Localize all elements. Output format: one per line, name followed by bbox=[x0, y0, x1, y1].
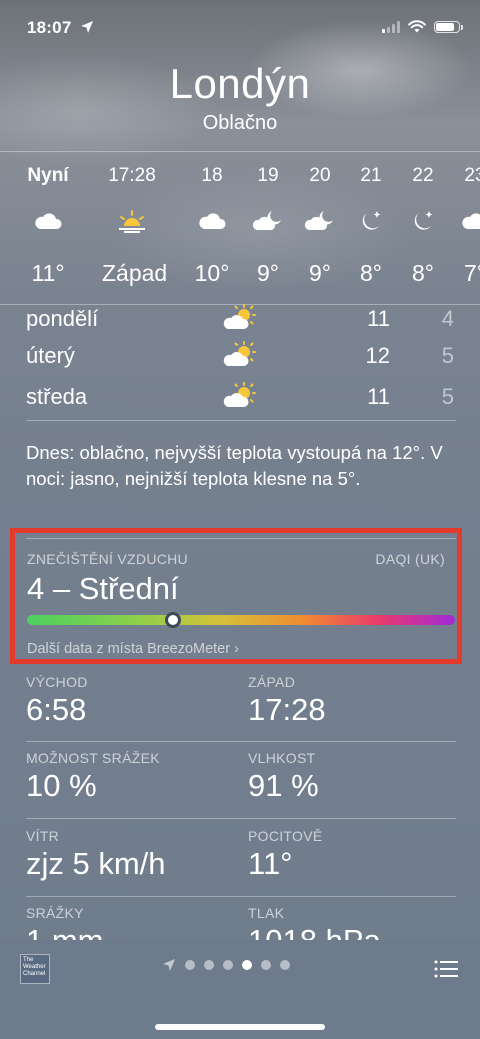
air-quality-value: 4 – Střední bbox=[27, 571, 179, 606]
air-quality-bar bbox=[27, 612, 455, 628]
partly-cloudy-icon bbox=[222, 304, 258, 332]
hour-temp: 9° bbox=[257, 260, 279, 286]
page-indicator[interactable] bbox=[162, 958, 290, 972]
page-dot[interactable] bbox=[261, 960, 271, 970]
detail-item: ZÁPAD 17:28 bbox=[248, 674, 458, 728]
air-quality-card[interactable]: ZNEČIŠTĚNÍ VZDUCHU DAQI (UK) 4 – Střední… bbox=[10, 528, 462, 664]
hour-temp: 8° bbox=[412, 260, 434, 286]
daily-row: středa 11 5 bbox=[26, 378, 456, 418]
location-arrow-icon bbox=[81, 21, 93, 33]
location-arrow-icon bbox=[163, 959, 175, 971]
detail-value: 11° bbox=[248, 846, 293, 881]
page-dot[interactable] bbox=[242, 960, 252, 970]
list-icon[interactable] bbox=[434, 960, 458, 978]
hourly-forecast[interactable]: Nyní11°17:28Západ1810°199°209°218°228°23… bbox=[0, 152, 480, 304]
page-dot[interactable] bbox=[223, 960, 233, 970]
detail-item: MOŽNOST SRÁŽEK 10 % bbox=[26, 750, 236, 804]
city-name: Londýn bbox=[169, 60, 311, 107]
detail-label: MOŽNOST SRÁŽEK bbox=[26, 750, 160, 766]
day-low-temp: 5 bbox=[441, 384, 454, 409]
bottom-toolbar: The Weather Channel bbox=[0, 940, 480, 1039]
detail-label: SRÁŽKY bbox=[26, 905, 84, 921]
wifi-icon bbox=[408, 20, 426, 33]
moon-stars-icon bbox=[355, 208, 387, 234]
chevron-right-icon: › bbox=[234, 641, 239, 657]
cloud-moon-icon bbox=[304, 208, 336, 234]
daily-row: úterý 12 5 bbox=[26, 337, 456, 377]
home-indicator[interactable] bbox=[155, 1024, 325, 1030]
forecast-summary: Dnes: oblačno, nejvyšší teplota vystoupá… bbox=[26, 442, 443, 489]
hour-temp: 8° bbox=[360, 260, 382, 286]
air-quality-label: ZNEČIŠTĚNÍ VZDUCHU bbox=[27, 551, 188, 567]
day-name: úterý bbox=[26, 343, 75, 368]
air-quality-scale: DAQI (UK) bbox=[375, 551, 445, 567]
cloud-moon-icon bbox=[252, 208, 284, 234]
hour-label: 18 bbox=[201, 165, 223, 186]
hour-temp: 10° bbox=[194, 260, 230, 286]
hour-temp: 7° bbox=[464, 260, 480, 286]
weather-channel-logo[interactable]: The Weather Channel bbox=[20, 954, 50, 984]
day-high-temp: 12 bbox=[365, 343, 390, 368]
detail-item: POCITOVĚ 11° bbox=[248, 828, 458, 882]
day-low-temp: 4 bbox=[441, 306, 454, 331]
detail-item: VLHKOST 91 % bbox=[248, 750, 458, 804]
daily-row: pondělí 11 4 bbox=[26, 300, 456, 340]
cellular-signal-icon bbox=[382, 20, 400, 33]
hour-label: 23 bbox=[464, 165, 480, 186]
moon-stars-icon bbox=[407, 208, 439, 234]
detail-label: VÝCHOD bbox=[26, 674, 88, 690]
battery-icon bbox=[434, 20, 463, 33]
current-condition: Oblačno bbox=[202, 112, 278, 134]
detail-value: 10 % bbox=[26, 768, 97, 803]
day-low-temp: 5 bbox=[441, 343, 454, 368]
status-time: 18:07 bbox=[27, 18, 72, 37]
partly-cloudy-icon bbox=[222, 382, 258, 410]
page-dot[interactable] bbox=[280, 960, 290, 970]
divider bbox=[26, 896, 456, 897]
divider bbox=[26, 818, 456, 819]
detail-label: VÍTR bbox=[26, 828, 60, 844]
detail-value: zjz 5 km/h bbox=[26, 846, 166, 881]
detail-label: VLHKOST bbox=[248, 750, 316, 766]
day-name: pondělí bbox=[26, 306, 99, 331]
page-dot[interactable] bbox=[185, 960, 195, 970]
detail-value: 6:58 bbox=[26, 692, 87, 727]
hour-label: Nyní bbox=[27, 165, 69, 186]
cloud-icon bbox=[196, 208, 228, 234]
hour-temp: Západ bbox=[102, 260, 168, 286]
day-high-temp: 11 bbox=[367, 384, 390, 409]
hour-label: 22 bbox=[412, 165, 434, 186]
detail-label: POCITOVĚ bbox=[248, 828, 323, 844]
cloud-icon bbox=[32, 208, 64, 234]
divider bbox=[26, 420, 456, 421]
hour-label: 19 bbox=[257, 165, 279, 186]
sunset-icon bbox=[116, 208, 148, 234]
page-dot[interactable] bbox=[204, 960, 214, 970]
battery-level bbox=[436, 22, 454, 31]
detail-item: VÝCHOD 6:58 bbox=[26, 674, 236, 728]
detail-label: TLAK bbox=[248, 905, 285, 921]
location-header: Londýn Oblačno bbox=[0, 58, 480, 135]
detail-label: ZÁPAD bbox=[248, 674, 296, 690]
hour-label: 21 bbox=[360, 165, 382, 186]
partly-cloudy-icon bbox=[222, 341, 258, 369]
status-icons bbox=[382, 20, 463, 33]
breezometer-link[interactable]: Další data z místa BreezoMeter › bbox=[27, 641, 239, 657]
detail-value: 17:28 bbox=[248, 692, 326, 727]
breezometer-link-label: Další data z místa BreezoMeter bbox=[27, 641, 231, 657]
hour-label: 17:28 bbox=[108, 165, 156, 186]
detail-item: VÍTR zjz 5 km/h bbox=[26, 828, 236, 882]
day-name: středa bbox=[26, 384, 88, 409]
day-high-temp: 11 bbox=[367, 306, 390, 331]
air-quality-indicator bbox=[164, 612, 181, 628]
divider bbox=[26, 741, 456, 742]
detail-value: 91 % bbox=[248, 768, 319, 803]
status-bar: 18:07 bbox=[0, 0, 480, 56]
hour-temp: 11° bbox=[31, 260, 65, 286]
cloud-icon bbox=[459, 208, 480, 234]
